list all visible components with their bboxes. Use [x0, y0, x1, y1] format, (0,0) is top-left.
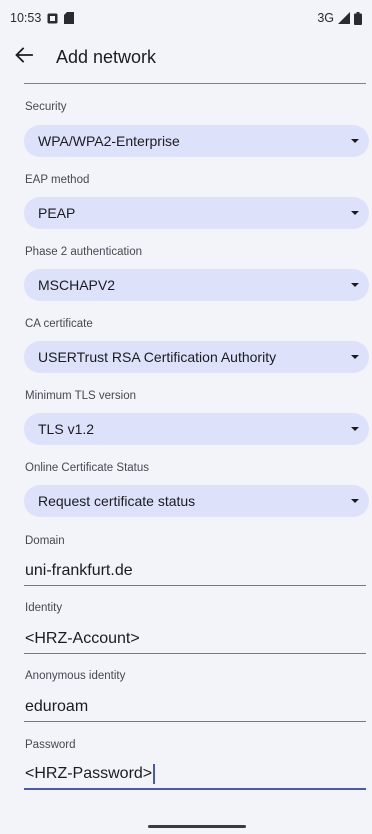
eap-method-dropdown[interactable]: PEAP — [24, 197, 369, 229]
ca-certificate-label: CA certificate — [25, 318, 93, 330]
phase2-label: Phase 2 authentication — [25, 246, 143, 258]
min-tls-label: Minimum TLS version — [25, 390, 136, 402]
text-cursor — [153, 764, 155, 784]
phase2-value: MSCHAPV2 — [38, 277, 116, 293]
ocsp-dropdown[interactable]: Request certificate status — [24, 485, 369, 517]
ca-certificate-dropdown[interactable]: USERTrust RSA Certification Authority — [24, 341, 369, 373]
gesture-nav-handle[interactable] — [148, 825, 246, 828]
dropdown-arrow-icon — [351, 211, 359, 215]
password-field[interactable]: <HRZ-Password> — [24, 760, 366, 790]
security-label: Security — [25, 101, 67, 113]
min-tls-dropdown[interactable]: TLS v1.2 — [24, 413, 369, 445]
status-bar: 10:53 3G — [0, 0, 372, 36]
identity-field[interactable]: <HRZ-Account> — [24, 624, 366, 654]
ocsp-value: Request certificate status — [38, 493, 196, 509]
domain-field[interactable]: uni-frankfurt.de — [24, 556, 366, 586]
security-dropdown[interactable]: WPA/WPA2-Enterprise — [24, 125, 369, 157]
status-left: 10:53 — [10, 11, 75, 25]
back-button[interactable] — [2, 36, 46, 78]
ca-certificate-value: USERTrust RSA Certification Authority — [38, 349, 277, 365]
dropdown-arrow-icon — [351, 283, 359, 287]
password-value: <HRZ-Password> — [25, 765, 153, 782]
signal-icon — [338, 12, 350, 24]
min-tls-value: TLS v1.2 — [38, 421, 95, 437]
ocsp-label: Online Certificate Status — [25, 462, 150, 474]
arrow-back-icon — [15, 46, 33, 69]
domain-label: Domain — [25, 535, 65, 547]
app-bar: Add network — [0, 36, 372, 78]
domain-value: uni-frankfurt.de — [25, 561, 133, 579]
network-type: 3G — [317, 11, 334, 25]
battery-icon — [354, 11, 362, 25]
sim-card-icon — [64, 12, 75, 24]
dropdown-arrow-icon — [351, 355, 359, 359]
identity-label: Identity — [25, 602, 63, 614]
dropdown-arrow-icon — [351, 499, 359, 503]
status-time: 10:53 — [10, 11, 42, 25]
page-title: Add network — [56, 46, 157, 67]
security-value: WPA/WPA2-Enterprise — [38, 133, 180, 149]
anonymous-identity-value: eduroam — [25, 697, 89, 715]
anonymous-identity-label: Anonymous identity — [25, 670, 126, 682]
password-label: Password — [25, 739, 76, 751]
notification-icon — [47, 13, 58, 24]
dropdown-arrow-icon — [351, 427, 359, 431]
phase2-dropdown[interactable]: MSCHAPV2 — [24, 269, 369, 301]
status-right: 3G — [317, 11, 362, 25]
eap-method-label: EAP method — [25, 174, 90, 186]
anonymous-identity-field[interactable]: eduroam — [24, 692, 366, 722]
eap-method-value: PEAP — [38, 205, 76, 221]
identity-value: <HRZ-Account> — [25, 629, 140, 647]
dropdown-arrow-icon — [351, 139, 359, 143]
scroll-divider — [24, 83, 366, 84]
